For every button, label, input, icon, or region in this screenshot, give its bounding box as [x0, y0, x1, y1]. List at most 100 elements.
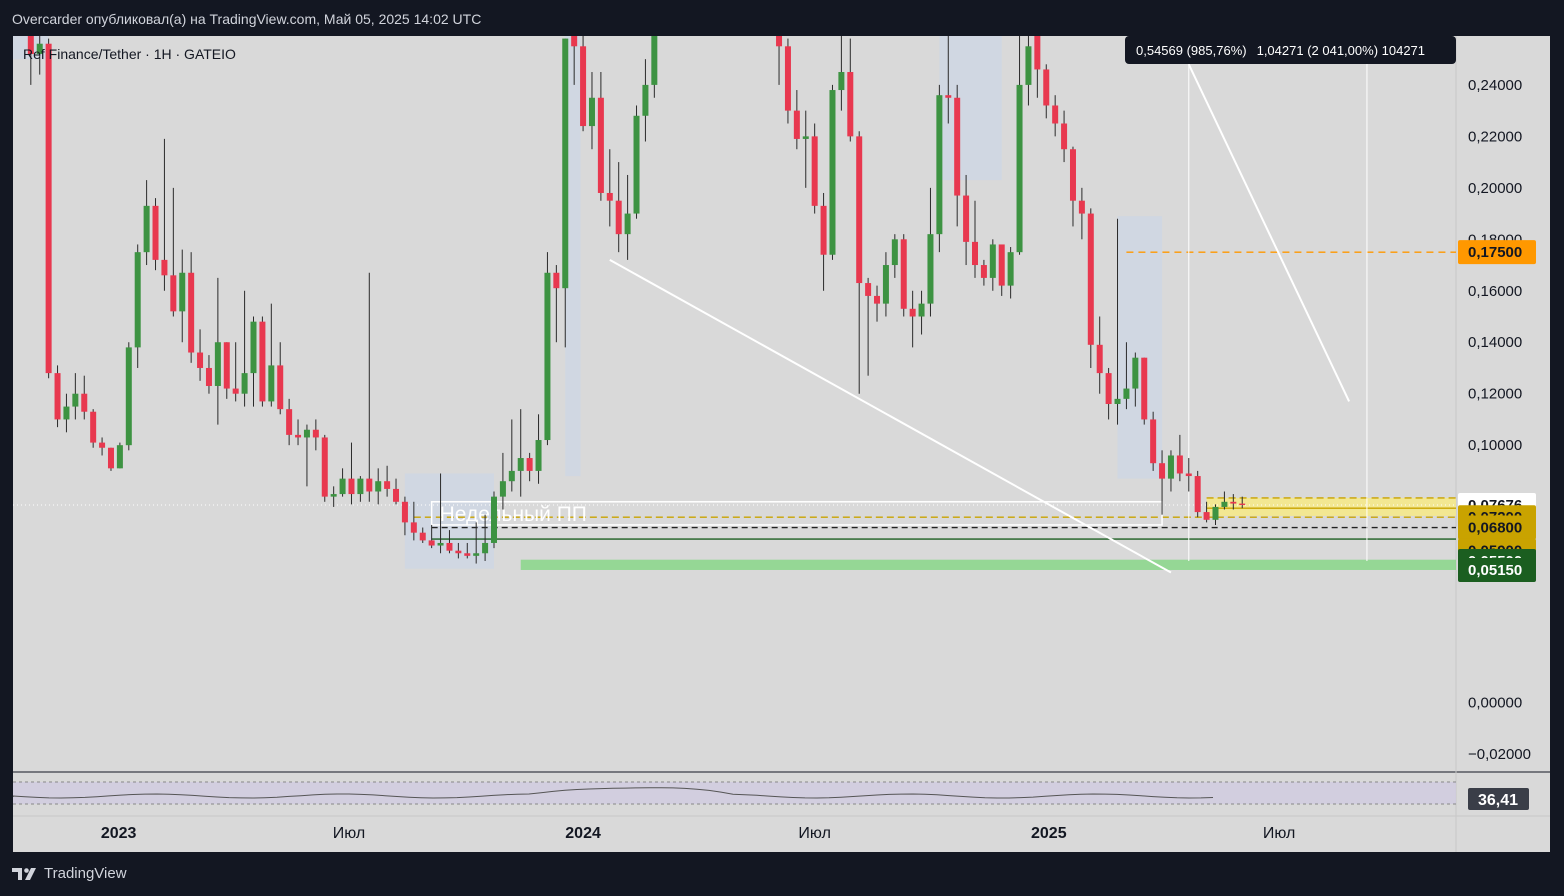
candle-body-75 [811, 136, 818, 206]
candle-body-60 [562, 38, 569, 289]
tradingview-logo-icon [12, 867, 36, 880]
bottom-bar: TradingView [0, 852, 1564, 896]
candle-body-63 [588, 97, 595, 127]
candle-body-23 [232, 388, 239, 394]
candle-body-16 [170, 275, 177, 312]
candle-body-57 [535, 440, 542, 471]
candle-body-102 [1052, 105, 1059, 124]
candle-body-121 [1221, 501, 1228, 507]
candle-body-53 [499, 481, 506, 497]
candle-body-26 [259, 321, 266, 402]
publish-info: Overcarder опубликовал(а) на TradingView… [12, 11, 482, 27]
candle-body-32 [312, 429, 319, 438]
candle-body-83 [882, 265, 889, 304]
candle-body-37 [357, 478, 364, 495]
candle-body-98 [1016, 84, 1023, 253]
candle-body-100 [1034, 36, 1041, 70]
candle-body-85 [900, 239, 907, 309]
candle-body-34 [330, 494, 337, 497]
candle-body-38 [366, 478, 373, 492]
rsi-value-label: 36,41 [1478, 792, 1518, 809]
candle-body-103 [1061, 123, 1068, 150]
chart-background [13, 36, 1550, 852]
candle-body-22 [223, 342, 230, 389]
candle-body-82 [874, 295, 881, 304]
candle-body-90 [945, 95, 952, 98]
x-tick-label-4: 2025 [1031, 825, 1067, 842]
supply-zone-yellow [1206, 497, 1456, 516]
candle-body-61 [571, 36, 578, 47]
candle-body-73 [793, 110, 800, 139]
candle-body-43 [410, 522, 417, 533]
candle-body-36 [348, 478, 355, 495]
candle-body-65 [606, 192, 613, 201]
candle-body-18 [188, 272, 195, 353]
measure-change: 0,54569 (985,76%) [1136, 42, 1247, 58]
y-tick-label-8: 0,00000 [1468, 695, 1522, 712]
candle-body-62 [580, 46, 587, 127]
candlestick-chart[interactable]: Недельный ПП0,240000,220000,200000,18000… [13, 36, 1550, 852]
x-tick-label-0: 2023 [101, 825, 137, 842]
candle-body-41 [393, 488, 400, 502]
candle-body-40 [384, 481, 391, 489]
candle-body-69 [642, 84, 649, 116]
y-tick-label-6: 0,12000 [1468, 386, 1522, 403]
brand-name: TradingView [44, 865, 127, 882]
candle-body-67 [624, 213, 631, 235]
candle-body-30 [295, 434, 302, 438]
x-tick-label-3: Июл [798, 825, 830, 842]
candle-body-17 [179, 272, 186, 312]
candle-body-6 [81, 393, 88, 412]
candle-body-44 [419, 532, 426, 541]
candle-body-39 [375, 481, 382, 492]
candle-body-105 [1078, 200, 1085, 214]
candle-body-9 [107, 447, 114, 469]
candle-body-77 [829, 90, 836, 255]
top-bar: Overcarder опубликовал(а) на TradingView… [0, 0, 1564, 36]
candle-body-46 [437, 542, 444, 546]
candle-body-76 [820, 205, 827, 255]
candle-body-29 [286, 409, 293, 435]
candle-body-99 [1025, 46, 1032, 85]
candle-body-114 [1159, 463, 1166, 479]
candle-body-112 [1141, 357, 1148, 420]
candle-body-20 [205, 367, 212, 386]
candle-body-35 [339, 478, 346, 495]
candle-body-25 [250, 321, 257, 374]
y-tick-label-4: 0,16000 [1468, 283, 1522, 300]
candle-body-71 [776, 36, 783, 47]
chart-area[interactable]: Недельный ПП 0,24000 0,22000 0,20000 0,18000… [13, 36, 1550, 852]
candle-body-88 [927, 234, 934, 304]
symbol-label[interactable]: Ref Finance/Tether · 1H · GATEIO [23, 46, 236, 62]
x-tick-label-2: 2024 [565, 825, 601, 842]
price-label-0: 0,17500 [1468, 244, 1522, 261]
candle-body-94 [980, 265, 987, 278]
candle-body-110 [1123, 388, 1130, 399]
tradingview-brand[interactable]: TradingView [12, 865, 127, 882]
price-label-6: 0,05150 [1468, 562, 1522, 579]
candle-body-66 [615, 200, 622, 235]
candle-body-118 [1194, 476, 1201, 513]
candle-body-59 [553, 272, 560, 289]
candle-body-101 [1043, 69, 1050, 106]
candle-body-115 [1167, 455, 1174, 479]
candle-body-5 [72, 393, 79, 407]
candle-body-91 [954, 97, 961, 196]
candle-body-79 [847, 72, 854, 137]
candle-body-13 [143, 205, 150, 253]
candle-body-28 [277, 365, 284, 410]
candle-body-11 [125, 347, 132, 446]
candle-body-52 [491, 496, 497, 543]
rsi-band [13, 782, 1456, 804]
candle-body-95 [989, 244, 996, 278]
candle-body-84 [891, 239, 898, 266]
candle-body-109 [1114, 398, 1121, 404]
candle-body-58 [544, 272, 551, 441]
candle-body-96 [998, 244, 1005, 286]
candle-body-120 [1212, 506, 1219, 520]
candle-body-111 [1132, 357, 1139, 389]
candle-body-87 [918, 303, 925, 317]
candle-body-47 [446, 542, 453, 551]
candle-body-117 [1185, 473, 1192, 477]
candle-body-106 [1087, 213, 1094, 345]
